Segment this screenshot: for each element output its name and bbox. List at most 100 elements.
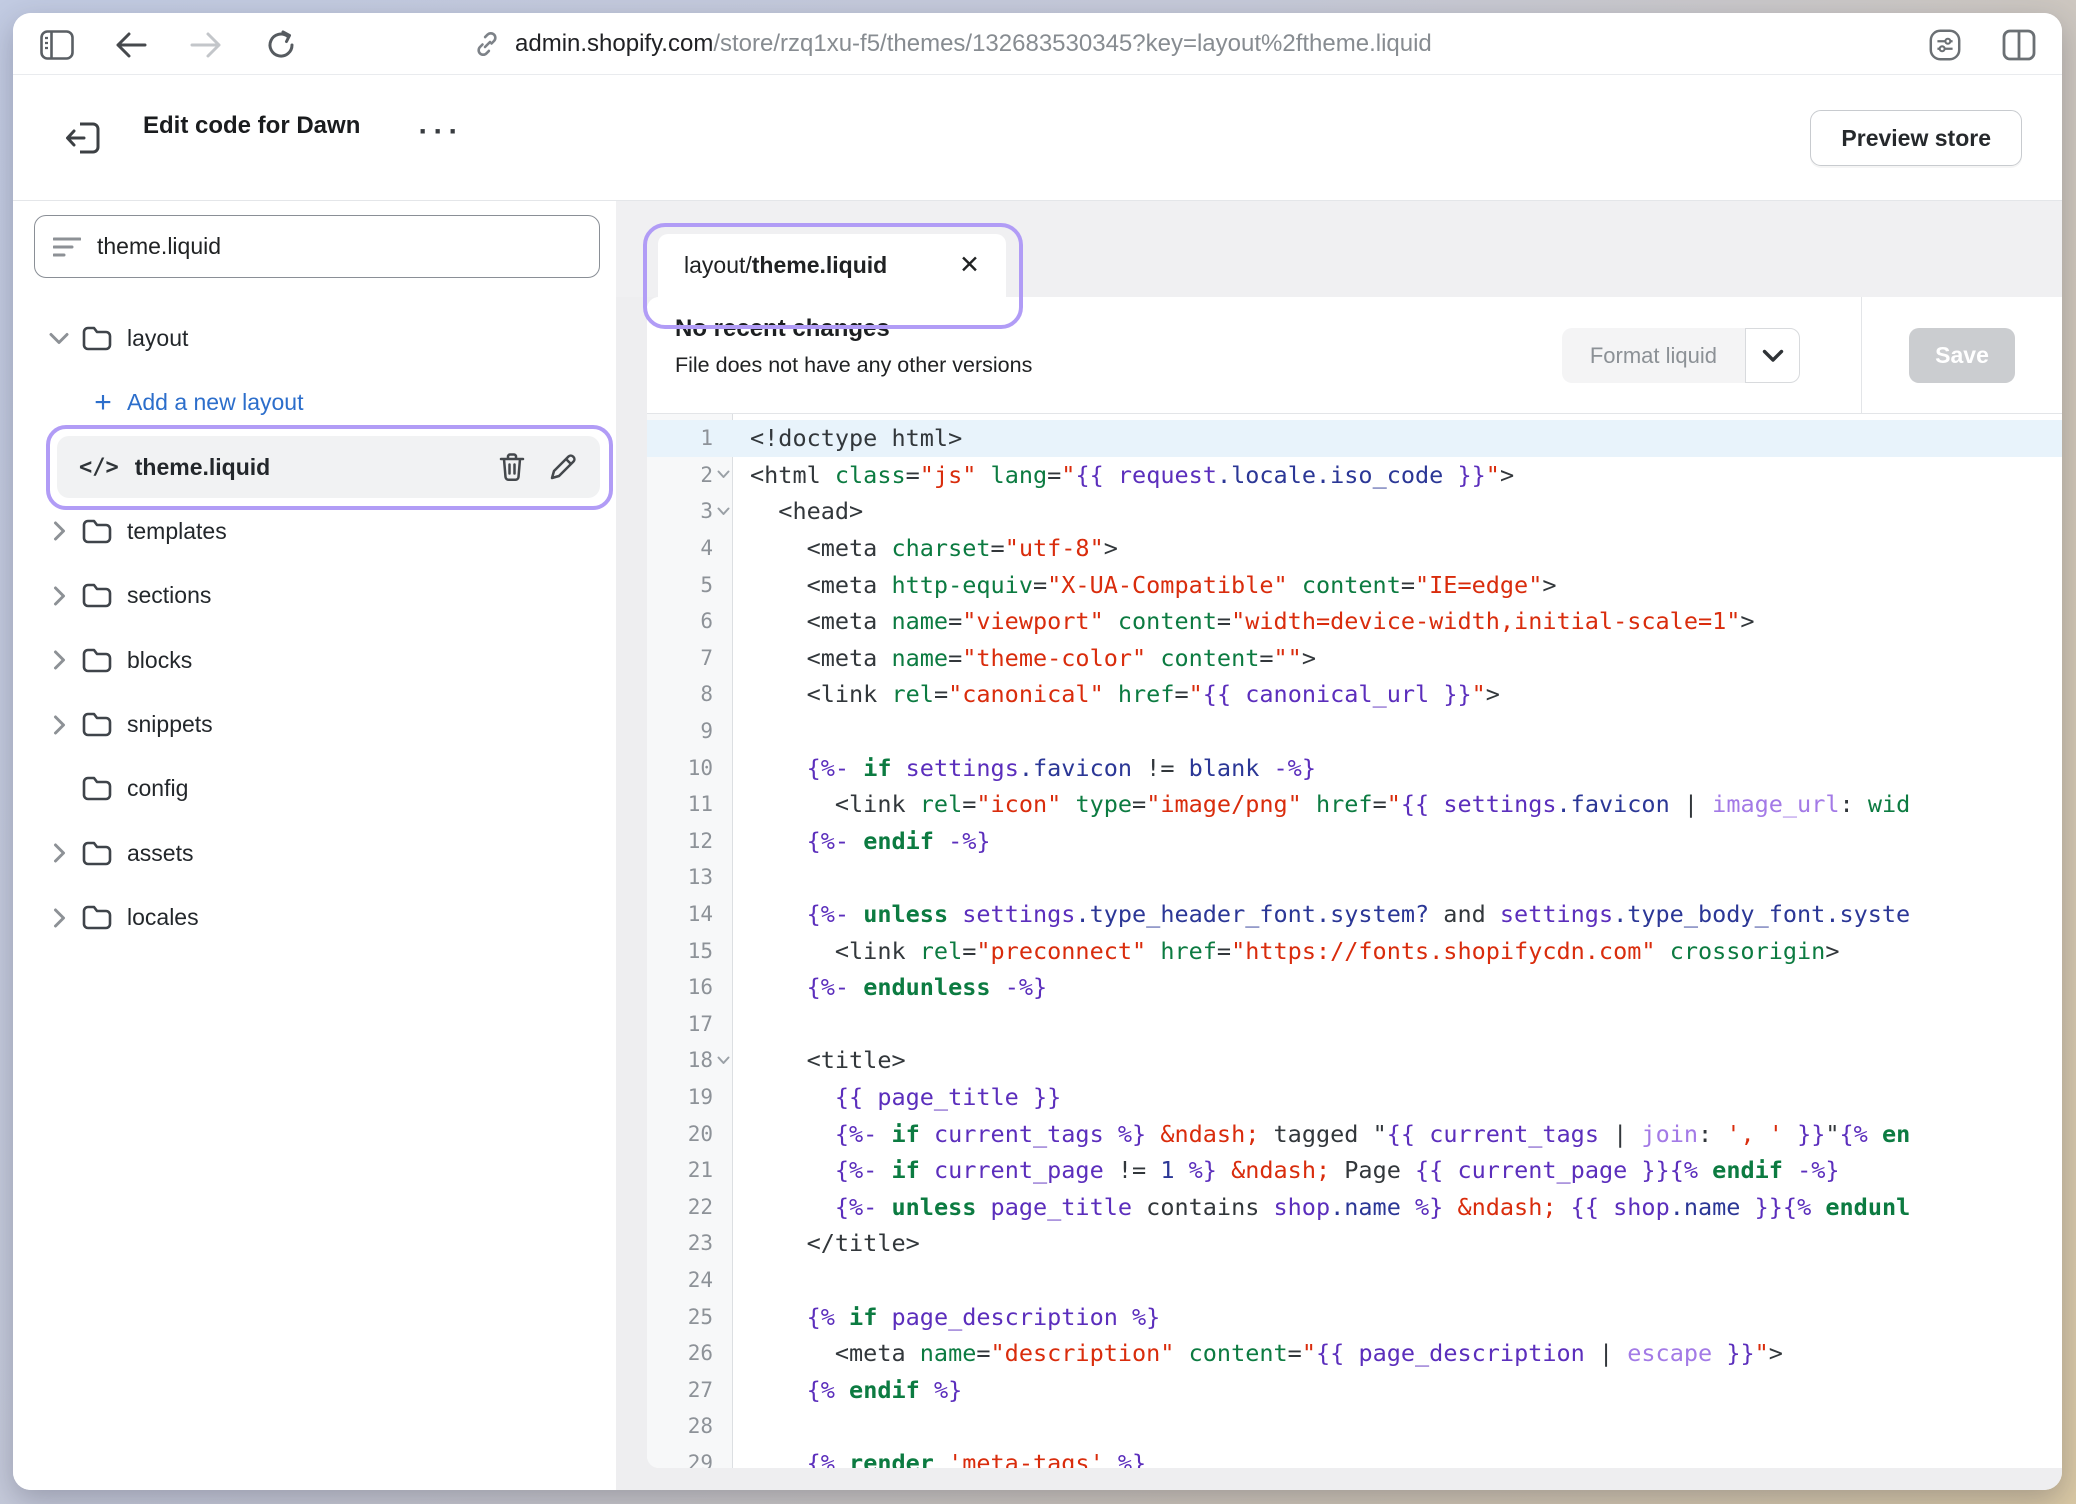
delete-file-icon[interactable] xyxy=(498,452,526,482)
filter-icon xyxy=(53,236,81,258)
code-line[interactable]: 14 {%- unless settings.type_header_font.… xyxy=(647,896,2062,933)
folder-row-locales[interactable]: locales xyxy=(13,886,616,950)
split-view-icon[interactable] xyxy=(2001,27,2037,63)
exit-editor-icon[interactable] xyxy=(60,115,106,161)
preview-store-button[interactable]: Preview store xyxy=(1810,110,2022,166)
folder-row-templates[interactable]: templates xyxy=(13,499,616,563)
code-line[interactable]: 17 xyxy=(647,1006,2062,1043)
code-line[interactable]: 25 {% if page_description %} xyxy=(647,1298,2062,1335)
code-line[interactable]: 6 <meta name="viewport" content="width=d… xyxy=(647,603,2062,640)
code-line[interactable]: 19 {{ page_title }} xyxy=(647,1079,2062,1116)
folder-row-sections[interactable]: sections xyxy=(13,564,616,628)
code-line[interactable]: 11 <link rel="icon" type="image/png" hre… xyxy=(647,786,2062,823)
code-token: .favicon xyxy=(1557,790,1670,818)
code-line[interactable]: 8 <link rel="canonical" href="{{ canonic… xyxy=(647,676,2062,713)
line-number: 24 xyxy=(647,1268,713,1292)
folder-label: assets xyxy=(127,840,193,867)
code-line[interactable]: 13 xyxy=(647,859,2062,896)
folder-row-snippets[interactable]: snippets xyxy=(13,692,616,756)
file-search[interactable] xyxy=(34,215,600,278)
code-line[interactable]: 26 <meta name="description" content="{{ … xyxy=(647,1335,2062,1372)
code-line[interactable]: 5 <meta http-equiv="X-UA-Compatible" con… xyxy=(647,566,2062,603)
tab-theme-liquid[interactable]: layout/theme.liquid ✕ xyxy=(658,234,1006,297)
chevron-down-icon[interactable] xyxy=(43,332,75,345)
line-number: 12 xyxy=(647,829,713,853)
rename-file-icon[interactable] xyxy=(548,452,578,482)
code-token: rel xyxy=(920,937,962,965)
fold-spacer xyxy=(713,1371,733,1408)
code-line[interactable]: 20 {%- if current_tags %} &ndash; tagged… xyxy=(647,1115,2062,1152)
code-token: {{ xyxy=(1075,461,1117,489)
reload-button[interactable] xyxy=(263,27,299,63)
format-liquid-label: Format liquid xyxy=(1562,328,1745,383)
version-status: No recent changes File does not have any… xyxy=(675,315,1032,378)
folder-row-layout[interactable]: layout xyxy=(13,306,616,370)
code-token: <link xyxy=(750,790,920,818)
code-line[interactable]: 3 <head> xyxy=(647,493,2062,530)
add-layout-action[interactable]: + Add a new layout xyxy=(13,370,616,434)
line-number: 4 xyxy=(647,536,713,560)
code-line[interactable]: 18 <title> xyxy=(647,1042,2062,1079)
code-token: -%} xyxy=(1005,973,1047,1001)
back-button[interactable] xyxy=(113,27,149,63)
code-line[interactable]: 23 </title> xyxy=(647,1225,2062,1262)
code-token xyxy=(1868,1120,1882,1148)
code-line[interactable]: 9 xyxy=(647,713,2062,750)
editor-toolbar: No recent changes File does not have any… xyxy=(647,297,2062,414)
fold-chevron-icon[interactable] xyxy=(713,1042,733,1079)
file-row-theme-liquid[interactable]: </> theme.liquid xyxy=(57,436,600,498)
fold-spacer xyxy=(713,530,733,567)
code-token: render xyxy=(849,1449,934,1468)
chevron-right-icon[interactable] xyxy=(43,650,75,670)
code-line[interactable]: 15 <link rel="preconnect" href="https://… xyxy=(647,932,2062,969)
format-liquid-button[interactable]: Format liquid xyxy=(1562,328,1800,383)
code-line[interactable]: 7 <meta name="theme-color" content=""> xyxy=(647,640,2062,677)
code-line[interactable]: 12 {%- endif -%} xyxy=(647,823,2062,860)
more-actions-button[interactable]: ··· xyxy=(411,105,471,159)
chevron-right-icon[interactable] xyxy=(43,521,75,541)
code-line[interactable]: 24 xyxy=(647,1262,2062,1299)
code-token: canonical_url xyxy=(1245,680,1429,708)
code-token: <title> xyxy=(750,1046,906,1074)
folder-row-blocks[interactable]: blocks xyxy=(13,628,616,692)
close-tab-icon[interactable]: ✕ xyxy=(959,253,980,278)
page-title: Edit code for Dawn xyxy=(143,112,360,140)
code-token xyxy=(1712,1339,1726,1367)
page-settings-icon[interactable] xyxy=(1927,27,1963,63)
chevron-right-icon[interactable] xyxy=(43,908,75,928)
code-line[interactable]: 16 {%- endunless -%} xyxy=(647,969,2062,1006)
fold-spacer xyxy=(713,1262,733,1299)
format-caret-icon[interactable] xyxy=(1745,328,1800,383)
folder-row-assets[interactable]: assets xyxy=(13,821,616,885)
fold-chevron-icon[interactable] xyxy=(713,457,733,494)
code-line[interactable]: 22 {%- unless page_title contains shop.n… xyxy=(647,1188,2062,1225)
code-token: charset xyxy=(891,534,990,562)
chevron-right-icon[interactable] xyxy=(43,715,75,735)
code-line[interactable]: 1<!doctype html> xyxy=(647,420,2062,457)
code-line[interactable]: 28 xyxy=(647,1408,2062,1445)
code-line[interactable]: 2<html class="js" lang="{{ request.local… xyxy=(647,457,2062,494)
code-token: -%} xyxy=(948,827,990,855)
fold-chevron-icon[interactable] xyxy=(713,493,733,530)
code-token xyxy=(750,1083,835,1111)
code-line[interactable]: 4 <meta charset="utf-8"> xyxy=(647,530,2062,567)
line-number: 17 xyxy=(647,1012,713,1036)
code-editor[interactable]: 1<!doctype html>2<html class="js" lang="… xyxy=(647,414,2062,1468)
code-line[interactable]: 27 {% endif %} xyxy=(647,1371,2062,1408)
code-token: <html xyxy=(750,461,835,489)
code-token xyxy=(1146,937,1160,965)
code-line[interactable]: 29 {% render 'meta-tags' %} xyxy=(647,1445,2062,1468)
code-line[interactable]: 21 {%- if current_page != 1 %} &ndash; P… xyxy=(647,1152,2062,1189)
sidebar-toggle-icon[interactable] xyxy=(39,27,75,63)
save-button[interactable]: Save xyxy=(1909,328,2015,383)
code-token: {%- xyxy=(807,827,849,855)
code-token xyxy=(1288,571,1302,599)
address-bar[interactable]: admin.shopify.com/store/rzq1xu-f5/themes… xyxy=(473,13,1432,75)
chevron-right-icon[interactable] xyxy=(43,843,75,863)
code-line[interactable]: 10 {%- if settings.favicon != blank -%} xyxy=(647,749,2062,786)
chevron-right-icon[interactable] xyxy=(43,586,75,606)
search-input[interactable] xyxy=(97,233,581,260)
folder-row-config[interactable]: config xyxy=(13,757,616,821)
forward-button[interactable] xyxy=(188,27,224,63)
app-header: Edit code for Dawn ··· Preview store xyxy=(13,75,2062,201)
